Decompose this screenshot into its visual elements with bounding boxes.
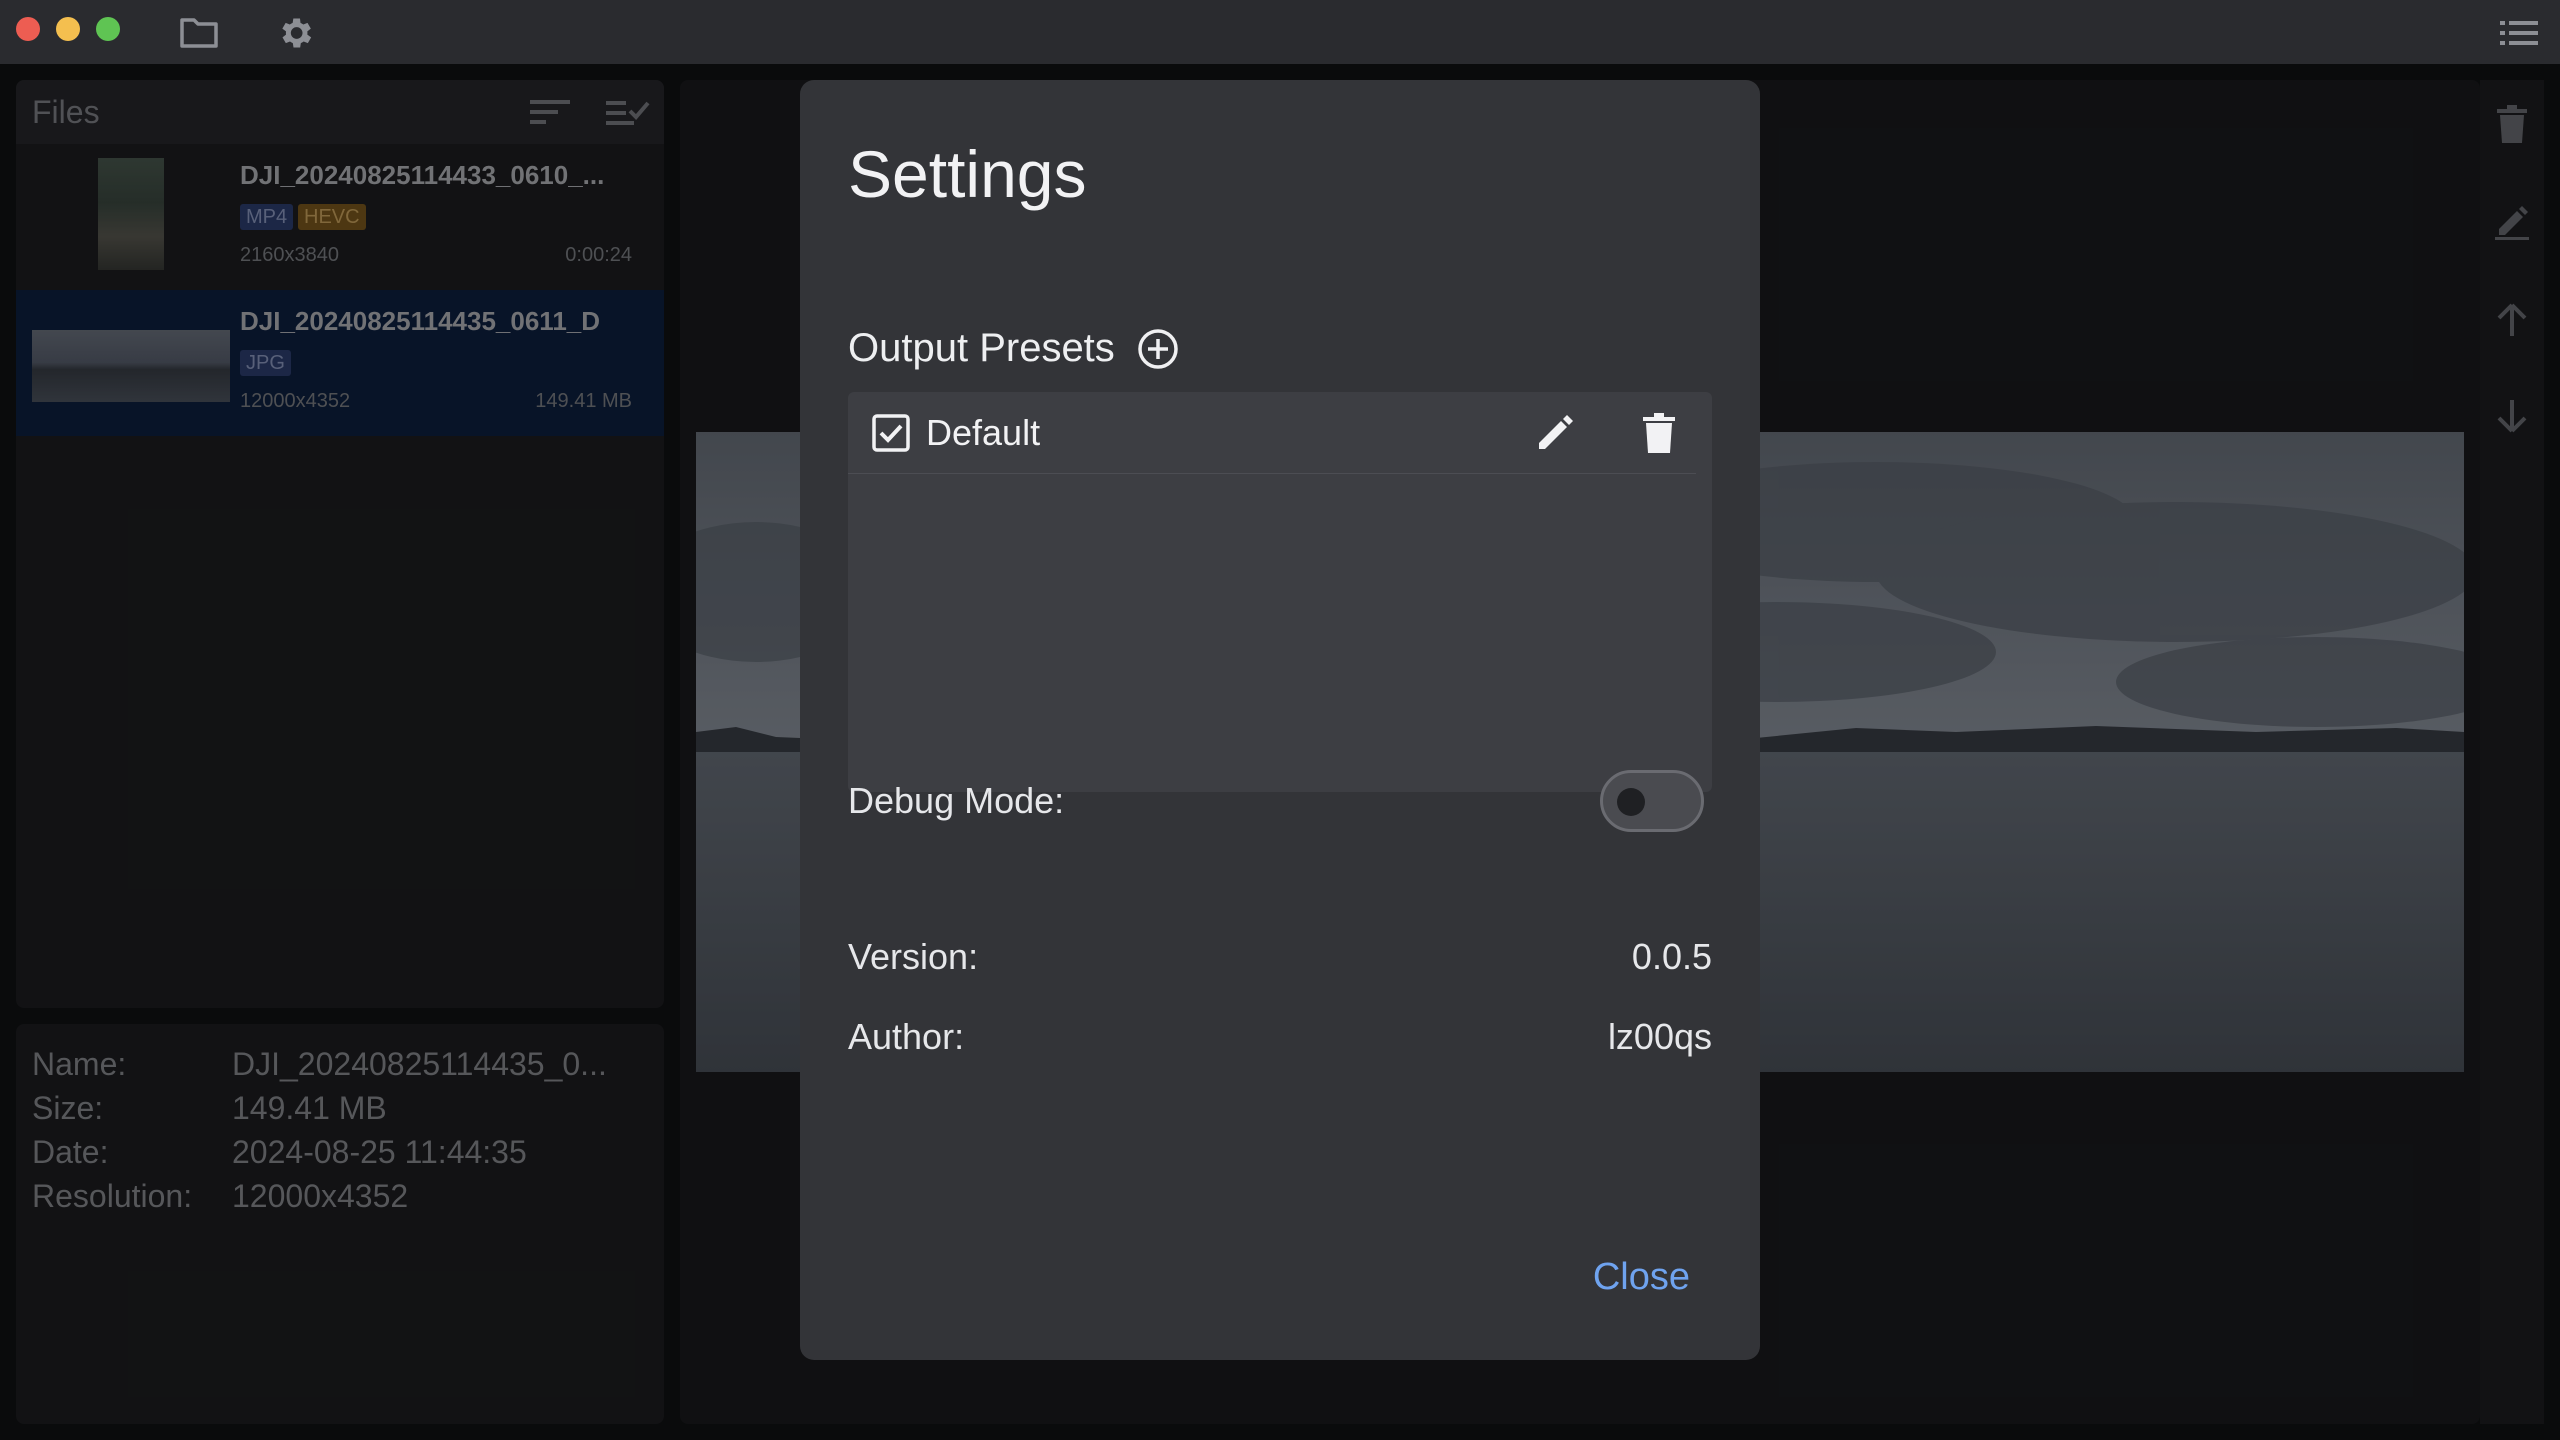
author-row: Author: lz00qs: [848, 1016, 1712, 1058]
author-label: Author:: [848, 1016, 965, 1057]
version-row: Version: 0.0.5: [848, 936, 1712, 978]
title-bar: [0, 0, 2560, 64]
version-value: 0.0.5: [1631, 936, 1712, 977]
author-value: lz00qs: [1607, 1016, 1712, 1057]
window-zoom-button[interactable]: [96, 17, 120, 41]
debug-mode-label: Debug Mode:: [848, 780, 1065, 821]
version-label: Version:: [848, 936, 979, 977]
output-presets-label: Output Presets: [848, 326, 1115, 370]
window-minimize-button[interactable]: [56, 17, 80, 41]
folder-icon[interactable]: [176, 10, 222, 56]
debug-mode-row: Debug Mode:: [848, 770, 1712, 832]
window-close-button[interactable]: [16, 17, 40, 41]
list-icon[interactable]: [2496, 10, 2542, 56]
output-presets-header: Output Presets: [848, 326, 1179, 371]
preset-item[interactable]: Default: [848, 392, 1696, 474]
preset-label: Default: [926, 411, 1041, 453]
presets-list: Default: [848, 392, 1712, 792]
dialog-title: Settings: [848, 137, 1087, 211]
settings-dialog: Settings Output Presets Default Debug Mo…: [800, 80, 1760, 1360]
edit-preset-icon[interactable]: [1532, 410, 1578, 456]
add-preset-icon[interactable]: [1137, 328, 1179, 370]
gear-icon[interactable]: [272, 10, 318, 56]
delete-preset-icon[interactable]: [1636, 410, 1682, 456]
debug-mode-toggle[interactable]: [1600, 770, 1704, 832]
close-button[interactable]: Close: [1593, 1256, 1690, 1299]
checkbox-checked-icon[interactable]: [872, 413, 910, 452]
